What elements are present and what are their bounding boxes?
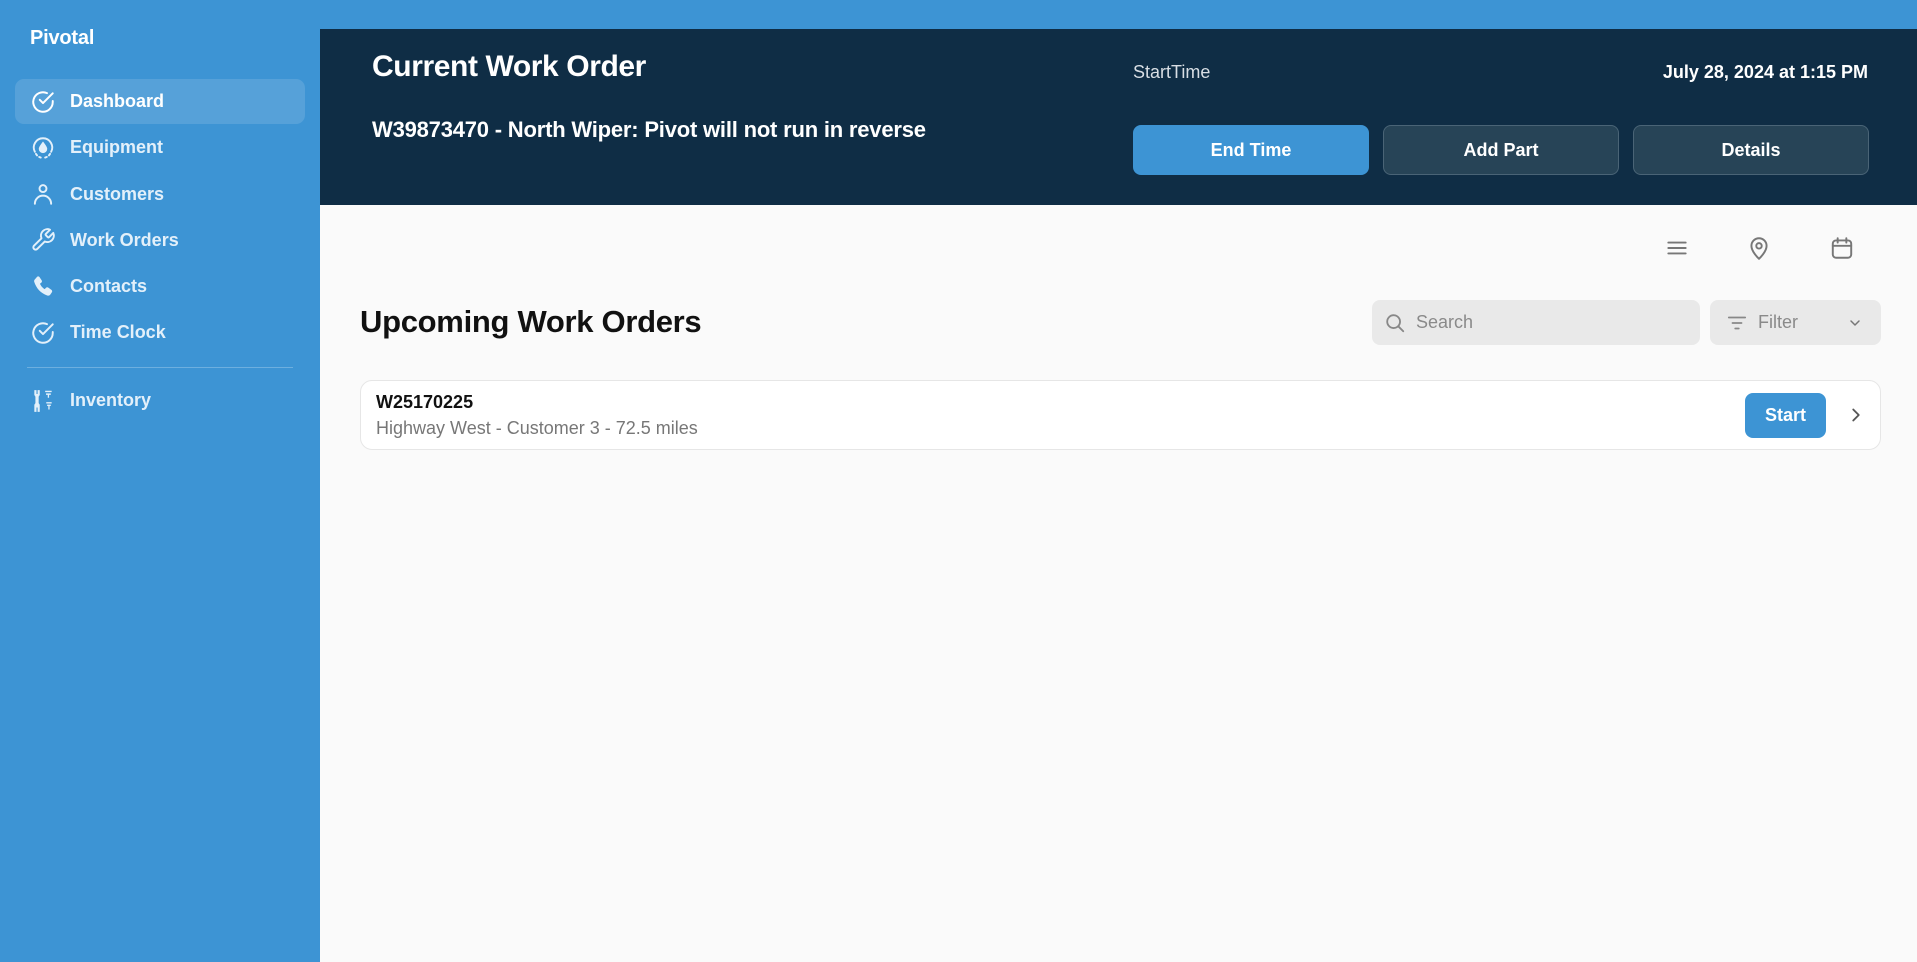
tools-icon [30, 388, 56, 414]
sidebar-nav: Dashboard Equipment Customers Work Order… [15, 79, 305, 357]
wrench-icon [30, 227, 56, 253]
end-time-button[interactable]: End Time [1133, 125, 1369, 175]
phone-icon [30, 274, 56, 300]
current-work-order-title: Current Work Order [372, 50, 646, 83]
sidebar-item-label: Work Orders [70, 229, 179, 250]
sidebar-item-label: Inventory [70, 390, 152, 410]
search-field[interactable] [1372, 300, 1700, 345]
sidebar-nav-secondary: Inventory [15, 378, 305, 424]
sidebar-item-equipment[interactable]: Equipment [15, 125, 305, 170]
filter-icon [1727, 316, 1747, 329]
work-order-list-item[interactable]: W25170225 Highway West - Customer 3 - 72… [360, 380, 1881, 450]
upcoming-work-orders-title: Upcoming Work Orders [360, 304, 702, 339]
chevron-right-icon[interactable] [1844, 403, 1868, 427]
check-circle-icon [30, 320, 56, 346]
work-order-id: W25170225 [376, 392, 474, 412]
sidebar-item-label: Equipment [70, 137, 163, 158]
chevron-down-icon [1850, 319, 1860, 326]
sidebar-item-dashboard[interactable]: Dashboard [15, 79, 305, 124]
water-drop-icon [30, 135, 56, 161]
current-work-order-panel: Current Work Order W39873470 - North Wip… [320, 29, 1917, 205]
app-logo[interactable]: Pivotal [30, 27, 94, 50]
search-icon [1386, 313, 1405, 332]
sidebar-item-contacts[interactable]: Contacts [15, 264, 305, 309]
add-part-button[interactable]: Add Part [1383, 125, 1619, 175]
current-work-order-description: W39873470 - North Wiper: Pivot will not … [372, 117, 926, 142]
list-view-icon[interactable] [1663, 234, 1691, 262]
sidebar-item-label: Customers [70, 183, 165, 204]
sidebar-item-work-orders[interactable]: Work Orders [15, 218, 305, 263]
filter-label: Filter [1758, 312, 1798, 332]
map-pin-icon[interactable] [1745, 234, 1773, 262]
sidebar-item-customers[interactable]: Customers [15, 172, 305, 217]
sidebar-item-time-clock[interactable]: Time Clock [15, 310, 305, 355]
start-time-value: July 28, 2024 at 1:15 PM [1662, 62, 1868, 82]
calendar-icon[interactable] [1828, 234, 1856, 262]
details-button[interactable]: Details [1633, 125, 1869, 175]
sidebar-item-label: Time Clock [70, 322, 166, 343]
start-work-order-button[interactable]: Start [1745, 393, 1826, 438]
top-bar [320, 0, 1917, 29]
search-input[interactable] [1416, 312, 1676, 333]
start-time-label: StartTime [1133, 62, 1211, 82]
sidebar-item-label: Dashboard [70, 91, 165, 111]
sidebar: Pivotal Dashboard Equipment Customers Wo… [0, 0, 320, 962]
user-icon [30, 181, 56, 207]
sidebar-item-label: Contacts [70, 276, 148, 297]
sidebar-divider [27, 367, 293, 368]
check-circle-icon [30, 89, 56, 115]
work-order-meta: Highway West - Customer 3 - 72.5 miles [376, 418, 698, 438]
sidebar-item-inventory[interactable]: Inventory [15, 378, 305, 423]
filter-dropdown[interactable]: Filter [1710, 300, 1881, 345]
